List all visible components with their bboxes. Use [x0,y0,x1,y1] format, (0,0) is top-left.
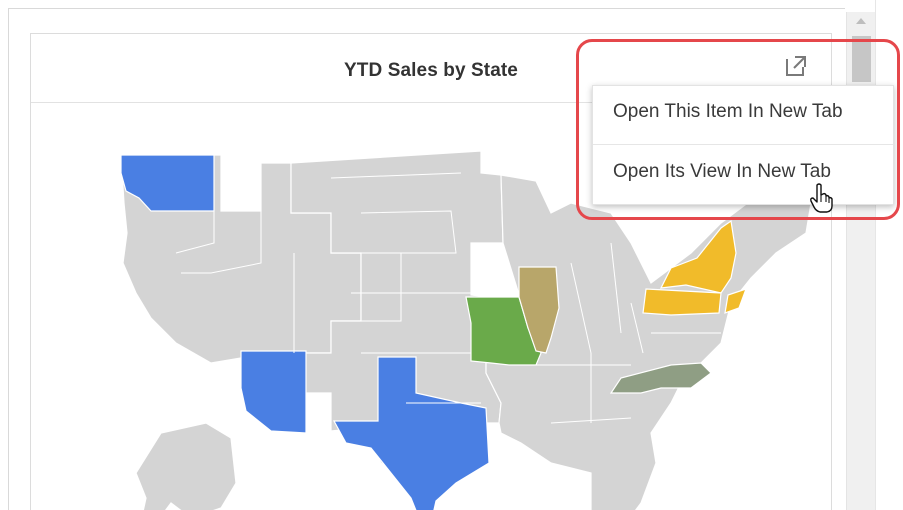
screen: YTD Sales by State Open This Item In New… [0,0,903,510]
scroll-up-arrow-icon[interactable] [856,18,866,24]
state-new-york[interactable] [659,219,737,294]
state-pennsylvania[interactable] [642,288,722,316]
map-land-alaska [135,422,237,510]
state-arizona[interactable] [240,350,307,434]
highlight-annotation [576,39,900,220]
